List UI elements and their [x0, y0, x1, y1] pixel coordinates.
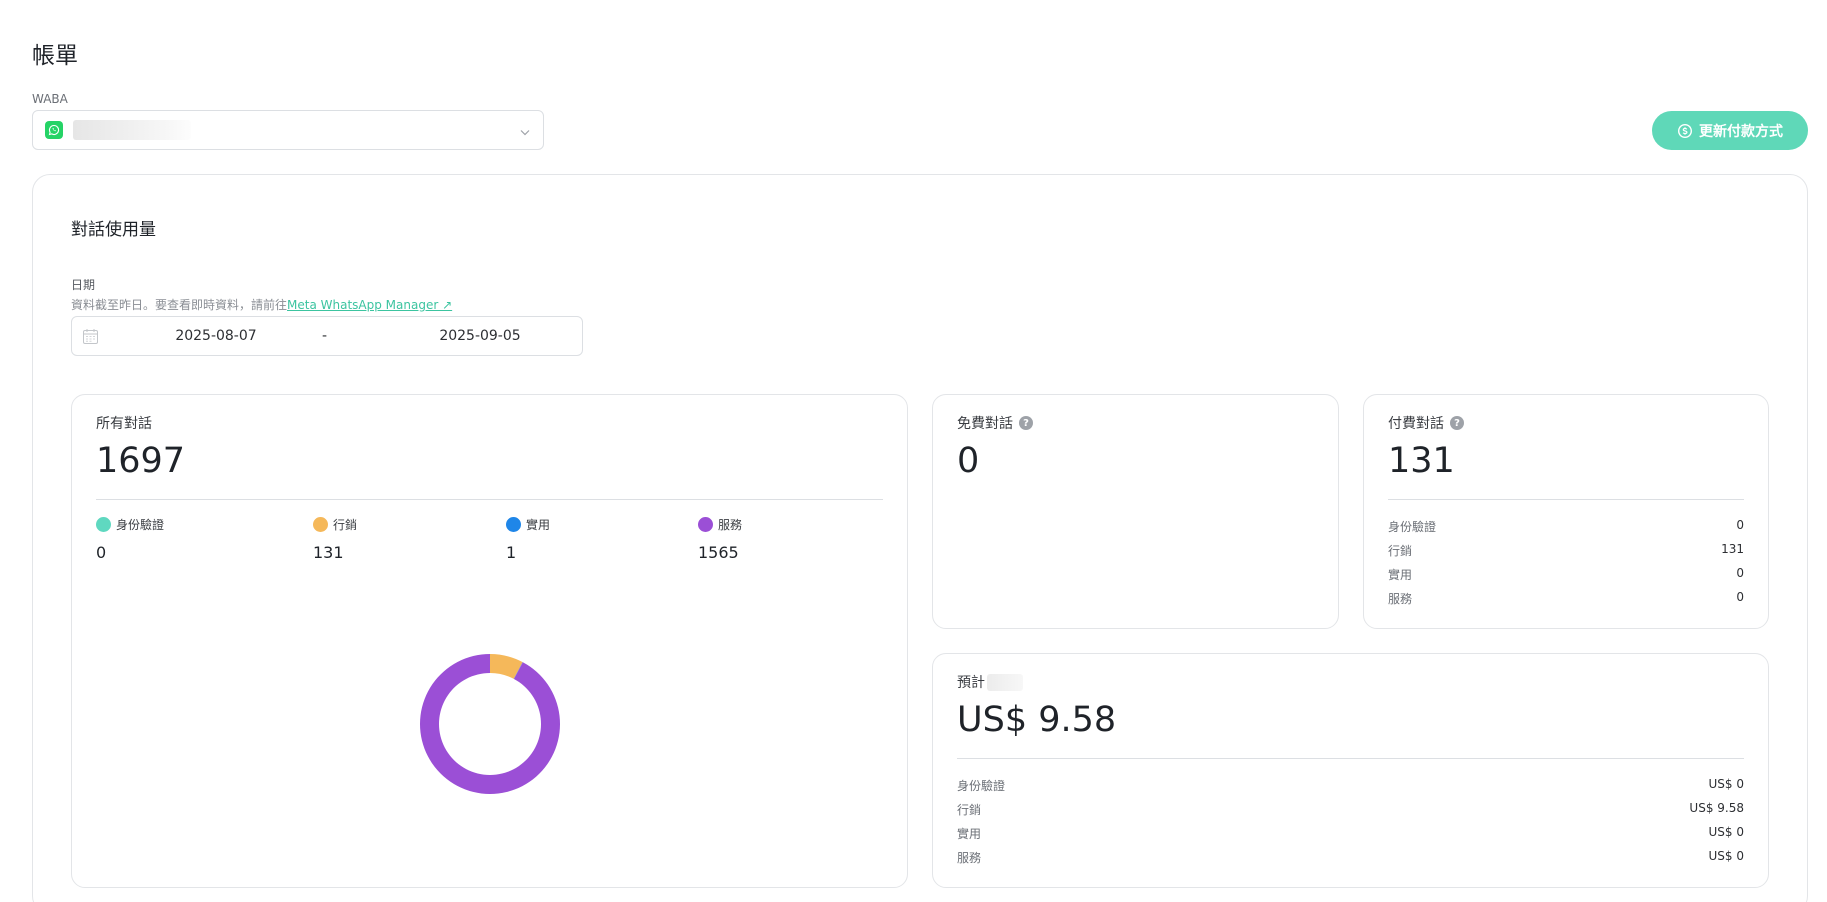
legend-item-service: 服務 [698, 516, 742, 533]
estimate-row-authentication: 身份驗證 US$ 0 [957, 777, 1744, 794]
redacted-text [987, 673, 1023, 691]
row-label: 服務 [957, 851, 982, 865]
free-conversations-label-wrap: 免費對話 ? [957, 413, 1033, 433]
legend-value-marketing: 131 [313, 543, 344, 562]
estimated-cost-label-wrap: 預計 [957, 672, 1023, 692]
date-label: 日期 [71, 278, 96, 292]
free-conversations-label: 免費對話 [957, 416, 1013, 432]
row-value: US$ 9.58 [1689, 801, 1744, 815]
waba-label: WABA [32, 92, 68, 106]
conversation-donut-chart [420, 654, 560, 794]
all-conversations-total: 1697 [96, 441, 186, 481]
paid-conversations-label: 付費對話 [1388, 416, 1444, 432]
legend-label: 行銷 [333, 518, 358, 532]
row-label: 身份驗證 [1388, 520, 1437, 534]
row-value: US$ 0 [1708, 777, 1744, 791]
divider [957, 758, 1744, 759]
row-label: 實用 [1388, 568, 1413, 582]
legend-dot [313, 517, 328, 532]
row-label: 行銷 [1388, 544, 1413, 558]
estimated-cost-total: US$ 9.58 [957, 700, 1117, 740]
paid-conversations-total: 131 [1388, 441, 1455, 481]
legend-value-utility: 1 [506, 543, 517, 562]
legend-item-utility: 實用 [506, 516, 550, 533]
legend-value-authentication: 0 [96, 543, 107, 562]
row-label: 實用 [957, 827, 982, 841]
chevron-down-icon [519, 123, 531, 142]
paid-row-marketing: 行銷 131 [1388, 542, 1744, 559]
legend-label: 服務 [718, 518, 743, 532]
end-date-input[interactable]: 2025-09-05 [420, 328, 540, 344]
row-label: 行銷 [957, 803, 982, 817]
legend-item-authentication: 身份驗證 [96, 516, 164, 533]
update-payment-label: 更新付款方式 [1699, 123, 1783, 140]
meta-manager-link[interactable]: Meta WhatsApp Manager ↗ [287, 298, 452, 312]
waba-select[interactable] [32, 110, 544, 150]
legend-label: 實用 [526, 518, 551, 532]
estimate-row-utility: 實用 US$ 0 [957, 825, 1744, 842]
legend-item-marketing: 行銷 [313, 516, 357, 533]
help-icon[interactable]: ? [1019, 416, 1033, 430]
estimated-cost-label: 預計 [957, 675, 985, 691]
paid-row-authentication: 身份驗證 0 [1388, 518, 1744, 535]
start-date-input[interactable]: 2025-08-07 [156, 328, 276, 344]
paid-conversations-card: 付費對話 ? 131 身份驗證 0 行銷 131 實用 0 服務 0 [1363, 394, 1769, 629]
date-hint: 資料截至昨日。要查看即時資料，請前往Meta WhatsApp Manager … [71, 296, 452, 313]
whatsapp-icon [45, 121, 63, 139]
help-icon[interactable]: ? [1450, 416, 1464, 430]
calendar-icon [82, 328, 99, 349]
row-value: US$ 0 [1708, 849, 1744, 863]
date-range-picker[interactable]: 2025-08-07 - 2025-09-05 [71, 316, 583, 356]
legend-dot [698, 517, 713, 532]
redacted-waba-name [73, 120, 191, 140]
row-label: 服務 [1388, 592, 1413, 606]
row-value: 0 [1736, 566, 1744, 580]
all-conversations-card: 所有對話 1697 身份驗證 0 行銷 131 實用 1 服務 1565 [71, 394, 908, 888]
legend-dot [96, 517, 111, 532]
update-payment-button[interactable]: 更新付款方式 [1652, 111, 1808, 150]
divider [1388, 499, 1744, 500]
legend-label: 身份驗證 [116, 518, 165, 532]
donut-slice-3[interactable] [420, 654, 560, 794]
usage-title: 對話使用量 [71, 220, 156, 240]
row-value: 131 [1721, 542, 1744, 556]
estimate-row-service: 服務 US$ 0 [957, 849, 1744, 866]
all-conversations-label: 所有對話 [96, 416, 152, 432]
page-title: 帳單 [32, 43, 78, 69]
divider [96, 499, 883, 500]
paid-conversations-label-wrap: 付費對話 ? [1388, 413, 1464, 433]
estimate-row-marketing: 行銷 US$ 9.58 [957, 801, 1744, 818]
paid-row-service: 服務 0 [1388, 590, 1744, 607]
row-value: US$ 0 [1708, 825, 1744, 839]
legend-value-service: 1565 [698, 543, 739, 562]
row-value: 0 [1736, 590, 1744, 604]
paid-row-utility: 實用 0 [1388, 566, 1744, 583]
row-label: 身份驗證 [957, 779, 1006, 793]
date-separator: - [322, 328, 328, 344]
row-value: 0 [1736, 518, 1744, 532]
free-conversations-card: 免費對話 ? 0 [932, 394, 1339, 629]
date-hint-text: 資料截至昨日。要查看即時資料，請前往 [71, 298, 288, 312]
legend-dot [506, 517, 521, 532]
estimated-cost-card: 預計 US$ 9.58 身份驗證 US$ 0 行銷 US$ 9.58 實用 US$ 0… [932, 653, 1769, 888]
free-conversations-total: 0 [957, 441, 980, 481]
payment-icon [1677, 123, 1693, 139]
